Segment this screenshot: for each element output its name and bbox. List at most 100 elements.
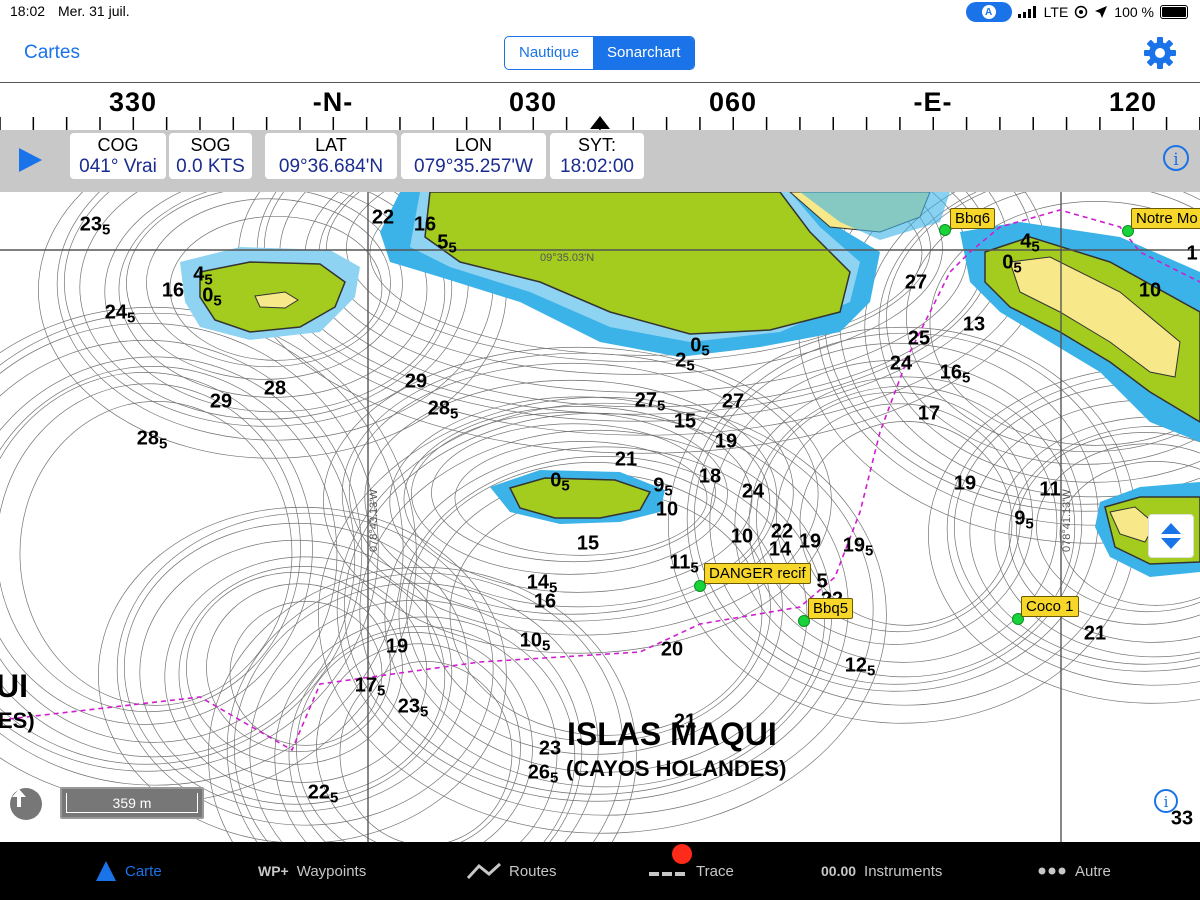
up-down-toggle[interactable] (1148, 514, 1194, 558)
depth-sounding: 15 (576, 532, 600, 555)
compass-label-060: 060 (708, 87, 758, 117)
cartes-back-button[interactable]: Cartes (24, 42, 80, 64)
depth-sounding: 23 (538, 737, 562, 760)
compass-label-120: 120 (1108, 87, 1158, 117)
depth-sounding: 245 (104, 301, 136, 327)
heading-pointer-icon (590, 116, 610, 129)
tab-trace[interactable]: Trace (648, 842, 734, 900)
depth-sounding: 16 (533, 590, 557, 613)
gear-icon[interactable] (1143, 36, 1177, 70)
grid-label-lon-west: 078°43.13'W (368, 489, 380, 552)
depth-sounding: 19 (385, 635, 409, 658)
scale-value: 359 m (112, 795, 152, 811)
depth-sounding: 11 (1039, 478, 1061, 501)
depth-sounding: 15 (673, 410, 697, 433)
info-icon[interactable]: i (1163, 145, 1189, 171)
cog-box[interactable]: COG 041° Vrai (70, 133, 166, 179)
depth-sounding: 22 (371, 206, 395, 229)
location-arrow-icon (1095, 6, 1108, 18)
place-name-left-edge-sub: ES) (0, 708, 35, 733)
signal-icon (1017, 6, 1036, 18)
sog-label: SOG (190, 135, 231, 155)
depth-sounding: 115 (669, 551, 699, 577)
lat-label: LAT (315, 135, 347, 155)
alarm-icon (1075, 5, 1088, 19)
depth-sounding: 13 (962, 313, 986, 336)
depth-sounding: 21 (1083, 622, 1107, 645)
location-pill-icon: A (965, 2, 1012, 22)
depth-sounding: 275 (634, 389, 666, 415)
cog-value: 041° Vrai (79, 156, 157, 177)
waypoint-label-notre-mo[interactable]: Notre Mo (1131, 208, 1200, 229)
routes-zigzag-icon (467, 862, 501, 880)
depth-sounding: 285 (136, 427, 168, 453)
tab-autre[interactable]: Autre (1037, 842, 1111, 900)
status-bar: 18:02 Mer. 31 juil. A LTE 100 % (0, 0, 1200, 24)
tab-instruments[interactable]: 00.00 Instruments (821, 842, 942, 900)
waypoint-plus-icon: WP+ (258, 863, 289, 879)
tab-waypoints-label: Waypoints (296, 862, 367, 880)
syt-label: SYT: (577, 135, 616, 155)
tab-carte[interactable]: Carte (95, 842, 162, 900)
depth-sounding: 25 (675, 349, 695, 375)
depth-sounding: 195 (842, 534, 874, 560)
depth-sounding: 285 (427, 397, 459, 423)
tab-waypoints[interactable]: WP+ Waypoints (258, 842, 366, 900)
map-info-icon[interactable]: i (1154, 789, 1178, 813)
compass-heading-strip[interactable]: 330 -N- 030 060 -E- 120 (0, 82, 1200, 132)
depth-sounding: 29 (404, 370, 428, 393)
depth-sounding: 27 (721, 390, 745, 413)
depth-sounding: 18 (698, 465, 722, 488)
nav-bar: Cartes Nautique Sonarchart (0, 24, 1200, 82)
sog-value: 0.0 KTS (176, 156, 245, 177)
depth-sounding: 05 (550, 469, 570, 495)
lon-box[interactable]: LON 079°35.257'W (401, 133, 546, 179)
arrow-up-icon (12, 789, 26, 807)
play-icon[interactable] (16, 146, 44, 174)
chart-type-segmented-control: Nautique Sonarchart (504, 36, 696, 70)
island-north-land (424, 192, 851, 335)
depth-sounding: 29 (209, 390, 233, 413)
place-name-islas-maqui: ISLAS MAQUI (567, 716, 777, 752)
waypoint-label-bbq5[interactable]: Bbq5 (808, 598, 854, 619)
depth-sounding: 19 (714, 430, 738, 453)
lat-box[interactable]: LAT 09°36.684'N (265, 133, 397, 179)
waypoint-label-coco-1[interactable]: Coco 1 (1021, 596, 1079, 617)
network-label: LTE (1043, 4, 1069, 20)
depth-sounding: 265 (527, 761, 559, 787)
depth-sounding: 165 (939, 361, 971, 387)
status-time: 18:02 (10, 3, 46, 19)
cog-label: COG (97, 135, 139, 155)
compass-label-030: 030 (508, 87, 558, 117)
depth-sounding: 55 (437, 231, 457, 257)
compass-label-330: 330 (108, 87, 158, 117)
depth-sounding: 05 (1002, 251, 1022, 277)
compass-label-north: -N- (312, 87, 354, 117)
depth-sounding: 19 (798, 530, 822, 553)
orientation-button[interactable] (10, 788, 42, 820)
tab-routes[interactable]: Routes (467, 842, 557, 900)
up-down-arrows-icon (1161, 523, 1181, 549)
depth-sounding: 05 (202, 284, 222, 310)
sog-box[interactable]: SOG 0.0 KTS (169, 133, 252, 179)
segment-sonarchart[interactable]: Sonarchart (593, 37, 695, 69)
status-right: A LTE 100 % (965, 2, 1188, 22)
depth-sounding: 24 (741, 480, 765, 503)
battery-icon (1160, 5, 1188, 19)
waypoint-label-danger-recif[interactable]: DANGER recif (704, 563, 811, 584)
syt-box[interactable]: SYT: 18:02:00 (550, 133, 644, 179)
depth-sounding: 16 (413, 213, 437, 236)
depth-sounding: 175 (354, 674, 386, 700)
depth-sounding: 235 (79, 213, 111, 239)
grid-label-lat: 09°35.03'N (540, 252, 595, 264)
tab-bar: Carte WP+ Waypoints Routes Trace 00.00 I… (0, 842, 1200, 900)
depth-sounding: 21 (614, 448, 638, 471)
more-dots-icon (1038, 867, 1066, 875)
tab-carte-label: Carte (125, 862, 162, 880)
compass-ticks (0, 116, 1200, 130)
depth-sounding: 10 (1138, 279, 1162, 302)
chart-map[interactable]: 09°35.03'N 078°43.13'W 078°41.13'W 235 22… (0, 192, 1200, 842)
segment-nautique[interactable]: Nautique (505, 37, 593, 69)
waypoint-label-bbq6[interactable]: Bbq6 (950, 208, 996, 229)
depth-sounding: 225 (307, 781, 339, 807)
